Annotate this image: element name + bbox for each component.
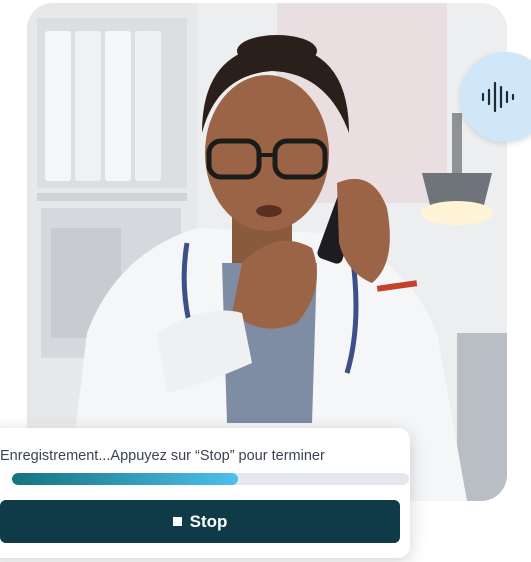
recording-progress-bar [12, 473, 409, 485]
doctor-photo [27, 3, 507, 501]
stop-button-label: Stop [189, 511, 228, 531]
doctor-photo-illustration [27, 3, 507, 501]
stop-button[interactable]: Stop [0, 500, 400, 543]
stop-square-icon [172, 517, 182, 526]
recording-progress-fill [12, 473, 239, 485]
audio-waveform-icon [481, 81, 515, 113]
recording-status-text: Enregistrement...Appuyez sur “Stop” pour… [0, 448, 325, 464]
